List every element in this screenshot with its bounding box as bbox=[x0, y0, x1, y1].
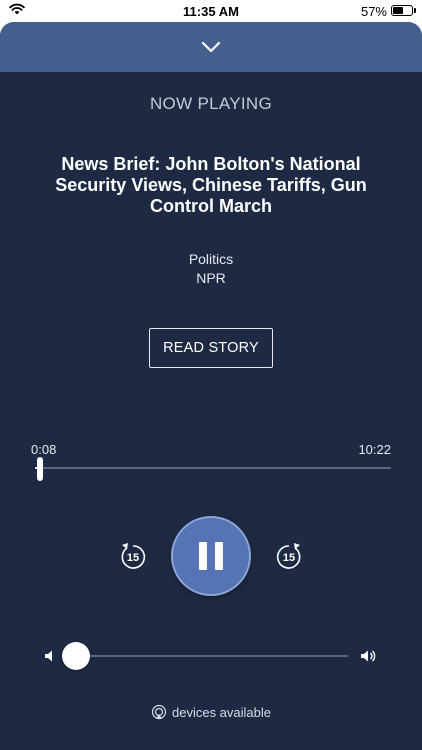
collapse-button[interactable] bbox=[191, 32, 231, 62]
volume-low-icon bbox=[44, 649, 56, 663]
devices-available-button[interactable]: devices available bbox=[0, 704, 422, 720]
forward-15-icon: 15 bbox=[276, 543, 301, 569]
chevron-down-icon bbox=[201, 41, 221, 53]
battery-percent: 57% bbox=[360, 4, 387, 19]
now-playing-heading: NOW PLAYING bbox=[149, 94, 272, 113]
devices-available-label: devices available bbox=[171, 704, 271, 720]
story-category: Politics bbox=[188, 251, 234, 267]
airplay-devices-icon bbox=[151, 704, 167, 720]
skip-back-button[interactable]: 15 bbox=[116, 539, 150, 573]
progress-track[interactable] bbox=[35, 467, 391, 469]
rewind-15-icon: 15 bbox=[121, 543, 146, 569]
status-bar: 11:35 AM 57% bbox=[0, 0, 422, 22]
battery-icon bbox=[391, 5, 413, 16]
story-source: NPR bbox=[196, 270, 226, 286]
pause-button[interactable] bbox=[171, 516, 251, 596]
skip-forward-button[interactable]: 15 bbox=[272, 539, 306, 573]
read-story-button[interactable]: READ STORY bbox=[149, 328, 273, 368]
elapsed-time: 0:08 bbox=[31, 442, 57, 457]
pause-icon bbox=[199, 542, 207, 570]
volume-high-icon bbox=[360, 648, 378, 664]
volume-knob[interactable] bbox=[62, 642, 91, 670]
status-time: 11:35 AM bbox=[183, 4, 239, 19]
svg-text:15: 15 bbox=[283, 552, 295, 564]
volume-track[interactable] bbox=[62, 655, 348, 657]
story-title: News Brief: John Bolton's National Secur… bbox=[55, 154, 367, 216]
progress-handle[interactable] bbox=[36, 457, 43, 481]
total-duration: 10:22 bbox=[358, 442, 391, 457]
svg-text:15: 15 bbox=[127, 552, 139, 564]
sheet-header bbox=[0, 22, 422, 72]
now-playing-sheet: NOW PLAYING News Brief: John Bolton's Na… bbox=[0, 22, 422, 750]
